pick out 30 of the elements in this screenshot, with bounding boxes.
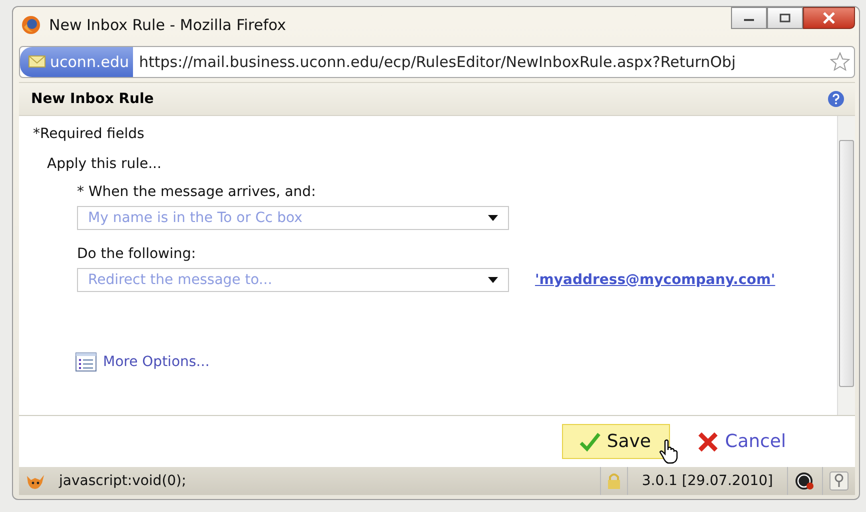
site-name: uconn.edu	[50, 53, 129, 72]
close-button[interactable]	[803, 7, 855, 29]
close-icon	[822, 12, 836, 24]
scroll-thumb[interactable]	[839, 140, 854, 388]
browser-logo-icon	[21, 14, 41, 35]
maximize-icon	[779, 13, 791, 23]
panel-title: New Inbox Rule	[31, 90, 154, 107]
scrollbar[interactable]	[837, 116, 855, 416]
help-icon[interactable]	[827, 90, 845, 108]
field-label: Do the following:	[77, 246, 197, 262]
envelope-icon	[28, 54, 48, 70]
site-identity-button[interactable]: uconn.edu	[20, 47, 133, 78]
list-icon	[75, 352, 97, 372]
url-text: https://mail.business.uconn.edu/ecp/RulesEditor/NewInboxRule.aspx?ReturnObj	[138, 53, 737, 72]
email-link[interactable]: 'myaddress@mycompany.com'	[535, 272, 776, 288]
section-label: Apply this rule...	[47, 156, 162, 172]
status-text: javascript:void(0);	[58, 473, 188, 490]
address-bar[interactable]: uconn.edu https://mail.business.uconn.edu/ecp/RulesEditor/NewInboxRule.aspx?ReturnObj	[19, 46, 855, 78]
checkmark-icon	[578, 432, 601, 452]
cancel-button[interactable]: Cancel	[680, 424, 805, 460]
window-title: New Inbox Rule - Mozilla Firefox	[49, 16, 287, 34]
field-label: * When the message arrives, and:	[77, 184, 317, 200]
maximize-button[interactable]	[767, 7, 803, 29]
caret-icon	[488, 214, 498, 221]
caret-icon	[488, 276, 498, 283]
required-note: *Required fields	[33, 126, 146, 142]
cross-icon	[697, 432, 720, 452]
more-options-link[interactable]: More Options...	[103, 354, 210, 370]
version-text: 3.0.1 [29.07.2010]	[626, 467, 787, 495]
minimize-button[interactable]	[731, 7, 767, 29]
